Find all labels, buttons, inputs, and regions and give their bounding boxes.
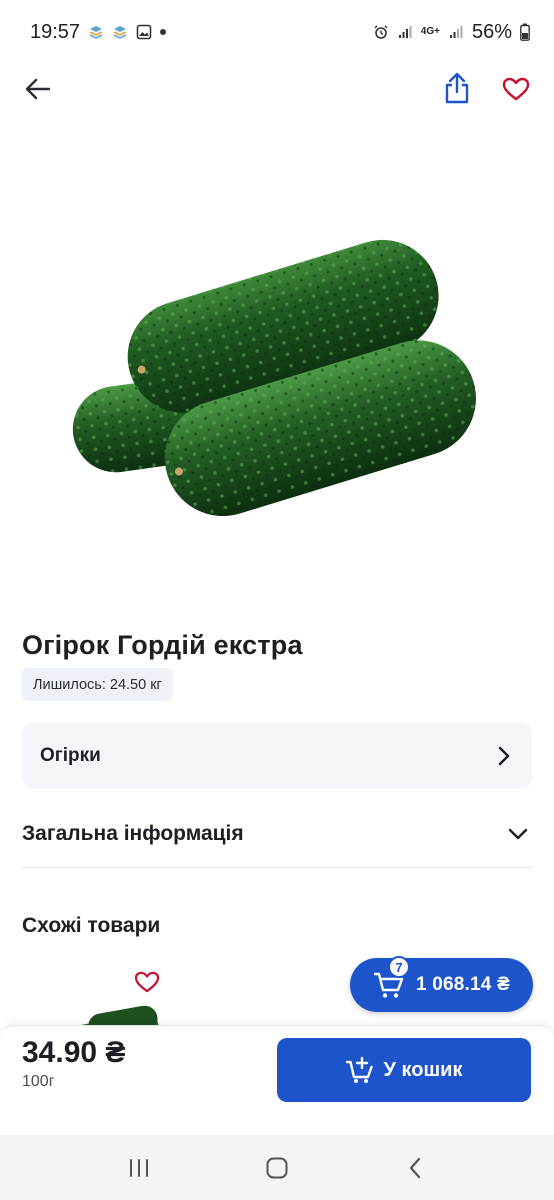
home-button[interactable] <box>257 1148 297 1188</box>
app-notification-icon <box>113 26 127 39</box>
similar-product-favorite-button[interactable] <box>130 966 164 998</box>
recent-apps-button[interactable] <box>119 1148 159 1188</box>
system-back-button[interactable] <box>395 1148 435 1188</box>
product-unit: 100г <box>22 1073 55 1090</box>
alarm-icon <box>374 25 388 39</box>
product-image <box>72 239 476 517</box>
cart-summary-button[interactable]: 7 1 068.14 ₴ <box>350 956 533 1012</box>
add-to-cart-button[interactable]: У кошик <box>277 1038 531 1102</box>
add-to-cart-icon <box>345 1056 373 1083</box>
system-navigation-bar <box>0 1135 554 1200</box>
home-icon <box>266 1157 288 1178</box>
chevron-down-icon <box>508 828 528 839</box>
general-info-label: Загальна інформація <box>22 821 244 845</box>
arrow-left-icon <box>25 78 51 100</box>
app-notification-icon <box>89 26 103 39</box>
chevron-right-icon <box>498 746 510 765</box>
share-button[interactable] <box>440 70 474 106</box>
similar-products-title: Схожі товари <box>22 914 161 937</box>
add-to-cart-label: У кошик <box>383 1058 463 1081</box>
signal-icon <box>398 26 412 38</box>
more-notifications-dot <box>160 29 167 35</box>
gallery-icon <box>136 24 152 40</box>
share-icon <box>445 72 469 104</box>
top-app-bar <box>0 64 554 114</box>
category-link[interactable]: Огірки <box>22 722 532 789</box>
cart-count-badge: 7 <box>388 956 410 978</box>
chevron-left-icon <box>409 1157 421 1178</box>
stock-badge: Лишилось: 24.50 кг <box>22 668 173 701</box>
product-price: 34.90 ₴ <box>22 1036 126 1069</box>
battery-percent: 56% <box>471 20 512 43</box>
status-time: 19:57 <box>30 20 81 43</box>
signal-icon <box>449 26 463 38</box>
network-type: 4G+ <box>420 26 440 37</box>
general-info-toggle[interactable]: Загальна інформація <box>22 800 532 868</box>
heart-outline-icon <box>134 971 160 993</box>
heart-outline-icon <box>502 77 530 101</box>
product-title: Огірок Гордій екстра <box>22 630 303 660</box>
bottom-purchase-panel: 34.90 ₴ 100г У кошик <box>0 1025 554 1135</box>
back-button[interactable] <box>22 74 54 104</box>
status-bar: 19:57 4G+ 56% <box>0 0 554 64</box>
cart-total: 1 068.14 ₴ <box>416 974 510 995</box>
status-right: 4G+ 56% <box>373 21 530 44</box>
recent-apps-icon <box>130 1158 148 1177</box>
battery-icon <box>520 23 530 41</box>
favorite-button[interactable] <box>498 72 534 106</box>
status-left: 19:57 <box>30 20 167 44</box>
category-label: Огірки <box>40 744 101 766</box>
